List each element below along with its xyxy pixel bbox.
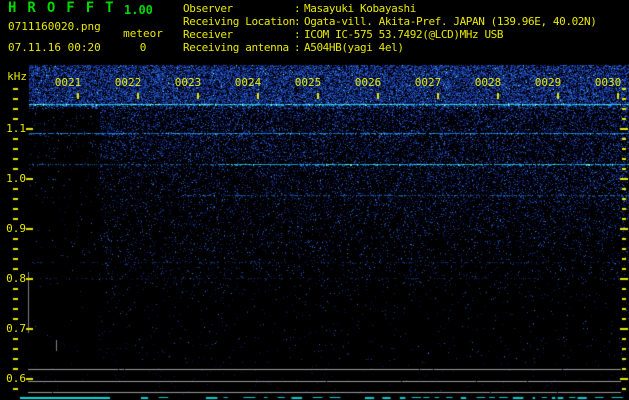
x-axis-label: 0023 xyxy=(174,76,202,89)
meteor-count: 0 xyxy=(139,41,147,54)
station-separator: : xyxy=(294,2,301,15)
x-axis-label: 0028 xyxy=(474,76,502,89)
station-separator: : xyxy=(294,28,301,41)
station-row-antenna: Receiving antenna: A504HB(yagi 4el) xyxy=(183,41,596,54)
x-axis-label: 0027 xyxy=(414,76,442,89)
hrofft-screen: HROFFT 1.00 0711160020.png meteor 0 07.1… xyxy=(0,0,629,400)
station-separator: : xyxy=(294,15,301,28)
station-label: Receiving Location xyxy=(183,15,296,28)
y-axis-label: 1.1 xyxy=(6,122,26,135)
y-axis-label: 1.0 xyxy=(6,172,26,185)
x-axis-label: 0021 xyxy=(54,76,82,89)
y-axis-unit: kHz xyxy=(7,70,27,83)
y-axis-label: 0.8 xyxy=(6,272,26,285)
station-label: Observer xyxy=(183,2,233,15)
x-axis-label: 0024 xyxy=(234,76,262,89)
meteor-label: meteor xyxy=(123,27,163,40)
x-axis-label: 0030 xyxy=(594,76,622,89)
station-separator: : xyxy=(294,41,301,54)
x-axis-label: 0029 xyxy=(534,76,562,89)
station-label: Receiving antenna xyxy=(183,41,289,54)
capture-filename: 0711160020.png xyxy=(8,20,101,33)
station-label: Receiver xyxy=(183,28,233,41)
station-info: Observer: Masayuki Kobayashi Receiving Lo… xyxy=(183,2,597,54)
y-axis-label: 0.6 xyxy=(6,372,26,385)
x-axis-label: 0022 xyxy=(114,76,142,89)
station-value: Ogata-vill. Akita-Pref. JAPAN (139.96E, … xyxy=(304,15,597,28)
spectrogram-canvas xyxy=(0,0,629,400)
app-version: 1.00 xyxy=(124,3,153,17)
app-title: HROFFT xyxy=(8,0,125,16)
x-axis-label: 0025 xyxy=(294,76,322,89)
x-axis-label: 0026 xyxy=(354,76,382,89)
capture-datetime: 07.11.16 00:20 xyxy=(8,41,101,54)
station-row-observer: Observer: Masayuki Kobayashi xyxy=(183,2,596,15)
station-value: Masayuki Kobayashi xyxy=(304,2,417,15)
y-axis-label: 0.9 xyxy=(6,222,26,235)
station-value: ICOM IC-575 53.7492(@LCD)MHz USB xyxy=(304,28,504,41)
y-axis-label: 0.7 xyxy=(6,322,26,335)
station-value: A504HB(yagi 4el) xyxy=(304,41,404,54)
station-row-receiver: Receiver: ICOM IC-575 53.7492(@LCD)MHz US… xyxy=(183,28,596,41)
station-row-location: Receiving Location: Ogata-vill. Akita-Pre… xyxy=(183,15,597,28)
